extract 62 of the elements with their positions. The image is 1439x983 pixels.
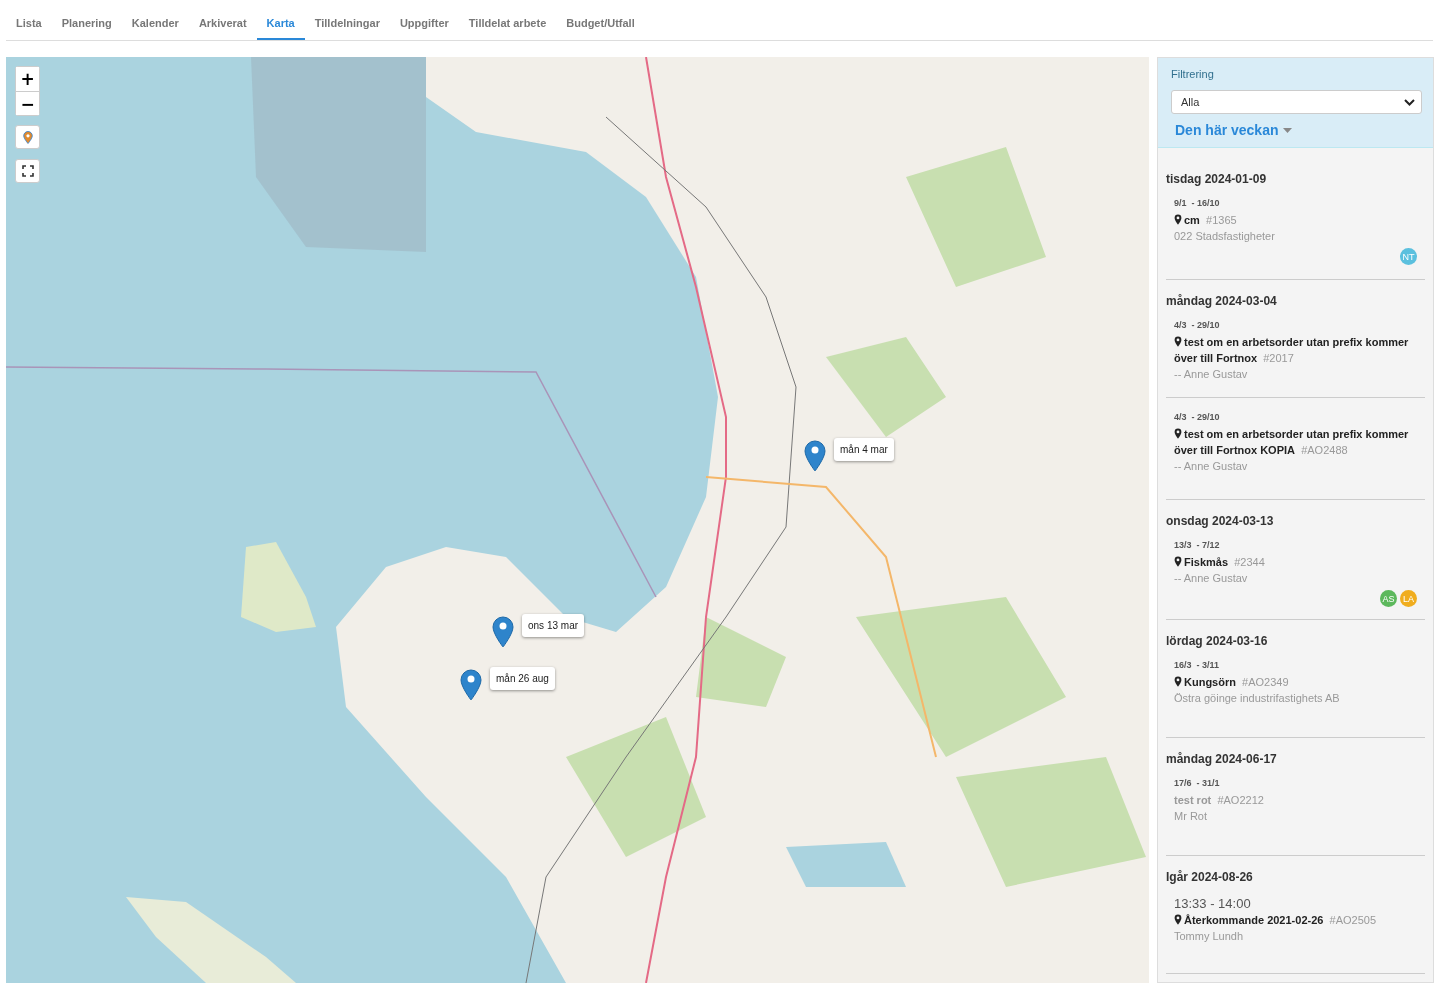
date-range: 4/3 - 29/10 (1174, 320, 1221, 330)
order-subtitle: Östra göinge industrifastighets AB (1174, 691, 1341, 706)
map-view[interactable]: + − mån 4 mar ons 13 mar mån 26 aug (6, 57, 1149, 983)
date-range: 13:33 - 14:00 (1174, 896, 1252, 911)
order-title[interactable]: test om en arbetsorder utan prefix kommer över till Fortnox #2017 (1174, 334, 1425, 366)
day-heading: tisdag 2024-01-09 (1166, 172, 1268, 186)
marker-tooltip: mån 26 aug (490, 667, 555, 690)
fullscreen-icon (21, 165, 34, 177)
date-range: 17/6 - 31/1 (1174, 778, 1221, 788)
user-avatar: LA (1400, 590, 1417, 607)
user-avatar: AS (1380, 590, 1397, 607)
order-title[interactable]: test om en arbetsorder utan prefix kommer över till Fortnox KOPIA #AO2488 (1174, 426, 1425, 458)
location-pin-icon (22, 130, 33, 144)
nav-tab[interactable]: Budget/Utfall (556, 0, 645, 40)
nav-tab[interactable]: Tilldelat arbete (458, 0, 557, 40)
marker-tooltip: mån 4 mar (834, 438, 894, 461)
order-subtitle: 022 Stadsfastigheter (1174, 229, 1276, 244)
filter-select[interactable]: Alla (1171, 90, 1422, 114)
nav-tab[interactable]: Arkiverat (188, 0, 257, 40)
caret-icon (1282, 127, 1292, 133)
order-subtitle: -- Anne Gustav (1174, 367, 1249, 382)
date-range: 16/3 - 3/11 (1174, 660, 1221, 670)
location-pin-icon (1174, 428, 1182, 439)
filter-title: Filtrering (1171, 68, 1214, 80)
period-dropdown[interactable]: Den här veckan (1175, 122, 1292, 138)
location-pin-icon (1174, 556, 1182, 567)
order-title[interactable]: cm #1365 (1174, 212, 1425, 228)
map-marker-icon[interactable] (492, 616, 514, 648)
fullscreen-button[interactable] (15, 159, 40, 183)
day-heading: måndag 2024-06-17 (1166, 752, 1278, 766)
chevron-down-icon (1404, 98, 1415, 106)
location-pin-icon (1174, 914, 1182, 925)
date-range: 13/3 - 7/12 (1174, 540, 1221, 550)
location-pin-icon (1174, 676, 1182, 687)
nav-tab[interactable]: Lista (6, 0, 52, 40)
order-title[interactable]: Fiskmås #2344 (1174, 554, 1425, 570)
day-heading: onsdag 2024-03-13 (1166, 514, 1275, 528)
day-heading: måndag 2024-03-04 (1166, 294, 1278, 308)
zoom-out-button[interactable]: − (16, 91, 39, 115)
order-title[interactable]: test rot #AO2212 (1174, 792, 1425, 808)
marker-tooltip: ons 13 mar (522, 614, 585, 637)
date-range: 4/3 - 29/10 (1174, 412, 1221, 422)
date-range: 9/1 - 16/10 (1174, 198, 1221, 208)
user-avatar: NT (1400, 248, 1417, 265)
order-subtitle: Mr Rot (1174, 809, 1208, 824)
nav-tab[interactable]: Uppgifter (389, 0, 459, 40)
map-marker-icon[interactable] (460, 669, 482, 701)
nav-tab[interactable]: Planering (51, 0, 122, 40)
nav-tab[interactable]: Kalender (121, 0, 189, 40)
day-heading: lördag 2024-03-16 (1166, 634, 1269, 648)
locate-button[interactable] (15, 125, 40, 149)
map-marker-icon[interactable] (804, 440, 826, 472)
order-title[interactable]: Kungsörn #AO2349 (1174, 674, 1425, 690)
order-subtitle: -- Anne Gustav (1174, 459, 1249, 474)
nav-tab[interactable]: Karta (256, 0, 305, 40)
order-title[interactable]: Återkommande 2021-02-26 #AO2505 (1174, 912, 1425, 928)
location-pin-icon (1174, 336, 1182, 347)
location-pin-icon (1174, 214, 1182, 225)
day-heading: Igår 2024-08-26 (1166, 870, 1254, 884)
nav-tab[interactable]: Tilldelningar (304, 0, 390, 40)
order-subtitle: Tommy Lundh (1174, 929, 1245, 944)
order-subtitle: -- Anne Gustav (1174, 571, 1249, 586)
